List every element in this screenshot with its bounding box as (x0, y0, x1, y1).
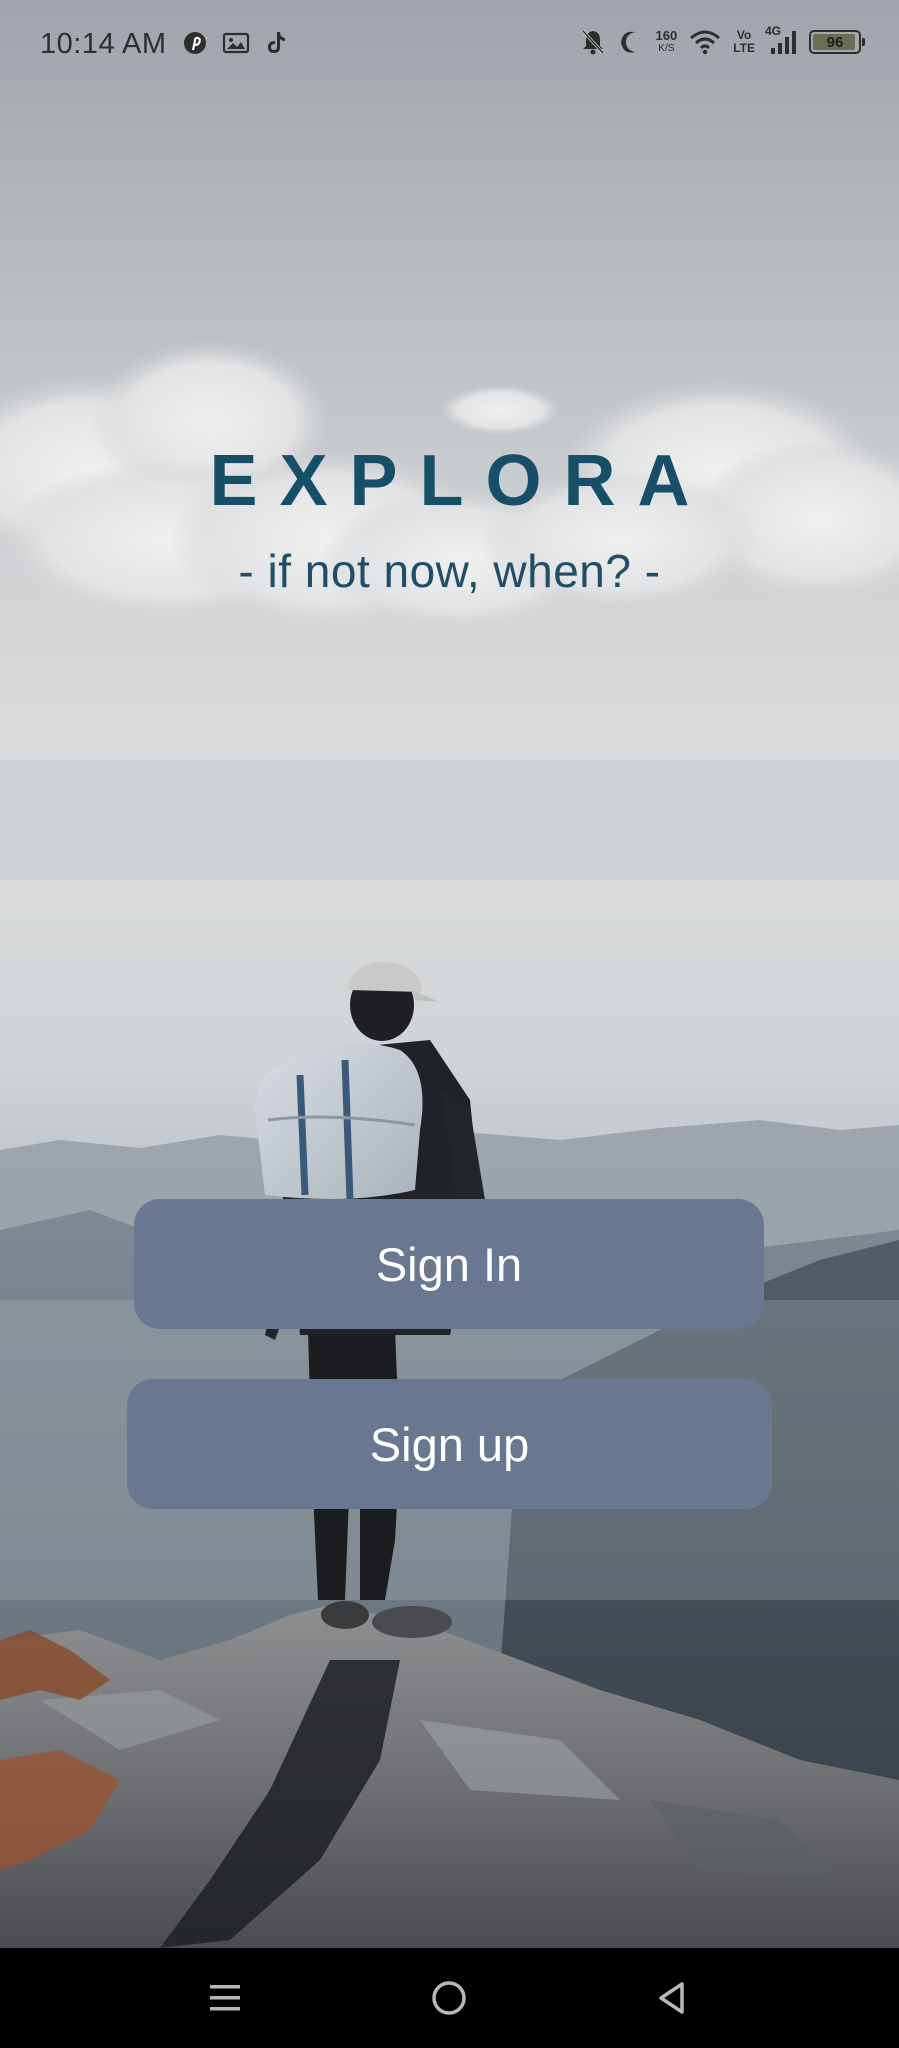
bell-muted-icon (580, 28, 606, 56)
status-left-icons (182, 30, 288, 56)
signal-indicator: 4G (765, 24, 797, 56)
volte: Vo LTE (733, 29, 755, 55)
wifi-icon (689, 29, 721, 55)
app-title: EXPLORA (209, 441, 712, 521)
sign-in-button[interactable]: Sign In (134, 1199, 764, 1329)
net-speed-unit: K/S (658, 43, 675, 54)
status-time: 10:14 AM (40, 28, 167, 60)
battery-level: 96 (826, 33, 844, 51)
net-speed: 160 K/S (656, 29, 678, 55)
app-tagline: - if not now, when? - (238, 545, 661, 597)
background-photo (0, 0, 899, 1948)
menu-icon[interactable] (197, 1970, 253, 2026)
status-bar: 10:14 AM 160 K/S Vo LTE 4G 96 (0, 0, 899, 92)
back-icon[interactable] (645, 1970, 701, 2026)
gallery-notification-icon (222, 31, 250, 55)
navigation-bar (0, 1948, 899, 2048)
net-speed-value: 160 (655, 28, 678, 43)
pinterest-icon (182, 30, 208, 56)
brand-block: EXPLORA - if not now, when? - (0, 440, 899, 598)
network-type: 4G (765, 24, 782, 38)
tiktok-icon (264, 30, 288, 56)
status-right-icons: 160 K/S Vo LTE 4G 96 (580, 24, 865, 56)
sign-up-button[interactable]: Sign up (127, 1379, 772, 1509)
volte-bottom: LTE (733, 41, 755, 55)
home-icon[interactable] (421, 1970, 477, 2026)
welcome-screen: 10:14 AM 160 K/S Vo LTE 4G 96 EXPLORA - … (0, 0, 899, 2048)
battery-icon: 96 (809, 30, 865, 54)
moon-icon (618, 29, 644, 55)
